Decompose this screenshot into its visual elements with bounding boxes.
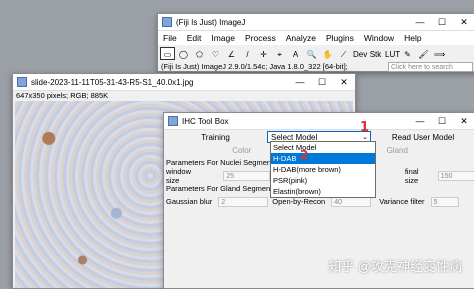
option-select-model[interactable]: Select Model [271,142,375,153]
menu-process[interactable]: Process [240,33,281,43]
option-h-dab[interactable]: H-DAB [271,153,375,164]
imagej-app-icon [162,17,172,27]
polygon-tool-icon[interactable]: ⬠ [192,47,207,60]
model-dropdown-list: Select Model H-DAB H-DAB(more brown) PSR… [270,141,376,198]
menu-help[interactable]: Help [399,33,426,43]
menu-window[interactable]: Window [359,33,399,43]
option-h-dab-more-brown[interactable]: H-DAB(more brown) [271,164,375,175]
menu-plugins[interactable]: Plugins [321,33,359,43]
final-size-field[interactable]: 150 [438,171,474,181]
annotation-mark-2: 2 [300,148,308,162]
gaussian-label: Gaussian blur [166,197,212,206]
image-window-icon [17,77,27,87]
maximize-icon[interactable]: ☐ [431,113,453,129]
image-titlebar: slide-2023-11-11T05-31-43-R5-S1_40.0x1.j… [13,74,355,91]
menu-analyze[interactable]: Analyze [281,33,321,43]
close-icon[interactable]: ✕ [453,113,474,129]
read-user-model-button[interactable]: Read User Model [371,133,474,142]
close-icon[interactable]: ✕ [333,74,355,90]
minimize-icon[interactable]: — [409,14,431,30]
imagej-title: (Fiji Is Just) ImageJ [176,18,409,27]
status-text: (Fiji Is Just) ImageJ 2.9.0/1.54c; Java … [158,62,388,71]
pencil-tool-icon[interactable]: ✎ [400,47,415,60]
dev-tool-icon[interactable]: Dev [352,47,367,60]
angle-tool-icon[interactable]: ∠ [224,47,239,60]
freehand-tool-icon[interactable]: ♡ [208,47,223,60]
search-input[interactable]: Click here to search [388,62,473,72]
line-tool-icon[interactable]: / [240,47,255,60]
menu-file[interactable]: File [158,33,182,43]
menu-edit[interactable]: Edit [182,33,207,43]
brush-tool-icon[interactable]: 🖌 [416,47,431,60]
maximize-icon[interactable]: ☐ [311,74,333,90]
rectangle-tool-icon[interactable]: ▭ [160,47,175,60]
annotation-mark-1: 1 [360,120,369,135]
tool-bar: ▭ ◯ ⬠ ♡ ∠ / ✛ ⌖ A 🔍 ✋ ⟋ Dev Stk LUT ✎ 🖌 … [158,45,474,61]
imagej-window: (Fiji Is Just) ImageJ — ☐ ✕ File Edit Im… [157,13,474,72]
option-psr-pink[interactable]: PSR(pink) [271,175,375,186]
wand-tool-icon[interactable]: ⌖ [272,47,287,60]
ihc-titlebar: IHC Tool Box — ☐ ✕ [164,113,474,130]
window-size-label: window size [166,167,203,185]
ihc-title: IHC Tool Box [182,117,409,126]
ihc-window-icon [168,116,178,126]
stk-tool-icon[interactable]: Stk [368,47,383,60]
open-recon-field[interactable]: 40 [331,197,371,207]
hand-tool-icon[interactable]: ✋ [320,47,335,60]
oval-tool-icon[interactable]: ◯ [176,47,191,60]
gaussian-field[interactable]: 2 [218,197,268,207]
maximize-icon[interactable]: ☐ [431,14,453,30]
minimize-icon[interactable]: — [409,113,431,129]
text-tool-icon[interactable]: A [288,47,303,60]
watermark: 知乎 @攻克神经变性病 [328,256,462,275]
final-size-label: final size [405,167,432,185]
lut-tool-icon[interactable]: LUT [384,47,399,60]
variance-label: Variance filter [379,197,424,206]
close-icon[interactable]: ✕ [453,14,474,30]
imagej-titlebar: (Fiji Is Just) ImageJ — ☐ ✕ [158,14,474,31]
menu-bar: File Edit Image Process Analyze Plugins … [158,31,474,45]
dropper-tool-icon[interactable]: ⟋ [336,47,351,60]
magnifier-tool-icon[interactable]: 🔍 [304,47,319,60]
open-recon-label: Open-by-Recon [272,197,325,206]
variance-field[interactable]: 5 [431,197,459,207]
training-button[interactable]: Training [164,133,267,142]
point-tool-icon[interactable]: ✛ [256,47,271,60]
status-row: (Fiji Is Just) ImageJ 2.9.0/1.54c; Java … [158,61,474,72]
minimize-icon[interactable]: — [289,74,311,90]
image-title: slide-2023-11-11T05-31-43-R5-S1_40.0x1.j… [31,78,289,87]
menu-image[interactable]: Image [206,33,240,43]
window-size-field[interactable]: 25 [223,171,269,181]
option-elastin-brown[interactable]: Elastin(brown) [271,186,375,197]
arrows-tool-icon[interactable]: ⟹ [432,47,447,60]
image-info: 647x350 pixels; RGB; 885K [13,91,355,101]
